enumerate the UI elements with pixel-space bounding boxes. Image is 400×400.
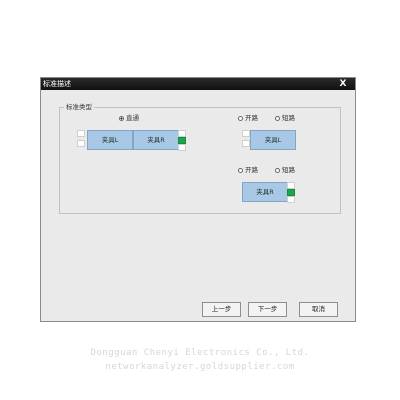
title-bar[interactable]: 标准描述 X [41,78,355,90]
fixture-l-block[interactable]: 夹具L [250,130,296,150]
thru-fixture-r[interactable]: 夹具R [133,130,179,150]
close-button[interactable]: X [335,78,351,90]
thru-left-port-bottom [77,140,85,147]
fixture-r-port-bottom [287,196,295,203]
next-button[interactable]: 下一步 [248,302,287,317]
standard-type-group: 标准类型 [59,102,341,214]
fixture-r-open-label: 开路 [245,166,258,174]
thru-radio[interactable]: 直通 [119,113,139,123]
watermark-company: Dongguan Chenyi Electronics Co., Ltd. [90,348,310,358]
watermark-url: networkanalyzer.goldsupplier.com [105,362,295,372]
fixture-l-open-radio[interactable]: 开路 [238,113,258,123]
fixture-l-open-label: 开路 [245,114,258,122]
thru-left-port-top [77,130,85,137]
fixture-l-short-label: 短路 [282,114,295,122]
radio-selected-icon [119,116,124,121]
standard-type-label: 标准类型 [64,102,94,112]
fixture-l-port-bottom [242,140,250,147]
fixture-r-short-radio[interactable]: 短路 [275,165,295,175]
fixture-l-port-top [242,130,250,137]
fixture-r-short-label: 短路 [282,166,295,174]
thru-fixture-l[interactable]: 夹具L [87,130,133,150]
dialog-title: 标准描述 [43,80,71,88]
fixture-r-port-active [287,189,295,196]
fixture-r-port-top [287,182,295,189]
radio-unselected-icon [238,168,243,173]
thru-radio-label: 直通 [126,114,139,122]
prev-button[interactable]: 上一步 [202,302,241,317]
thru-right-port-bottom [178,144,186,151]
fixture-r-open-radio[interactable]: 开路 [238,165,258,175]
radio-unselected-icon [238,116,243,121]
radio-unselected-icon [275,116,280,121]
cancel-button[interactable]: 取消 [299,302,338,317]
fixture-r-block[interactable]: 夹具R [242,182,288,202]
thru-right-port-active [178,137,186,144]
radio-unselected-icon [275,168,280,173]
standard-description-dialog: 标准描述 X 标准类型 直通 夹具L 夹具R 开路 短路 夹具L 开路 短路 夹… [40,77,356,322]
thru-right-port-top [178,130,186,137]
fixture-l-short-radio[interactable]: 短路 [275,113,295,123]
